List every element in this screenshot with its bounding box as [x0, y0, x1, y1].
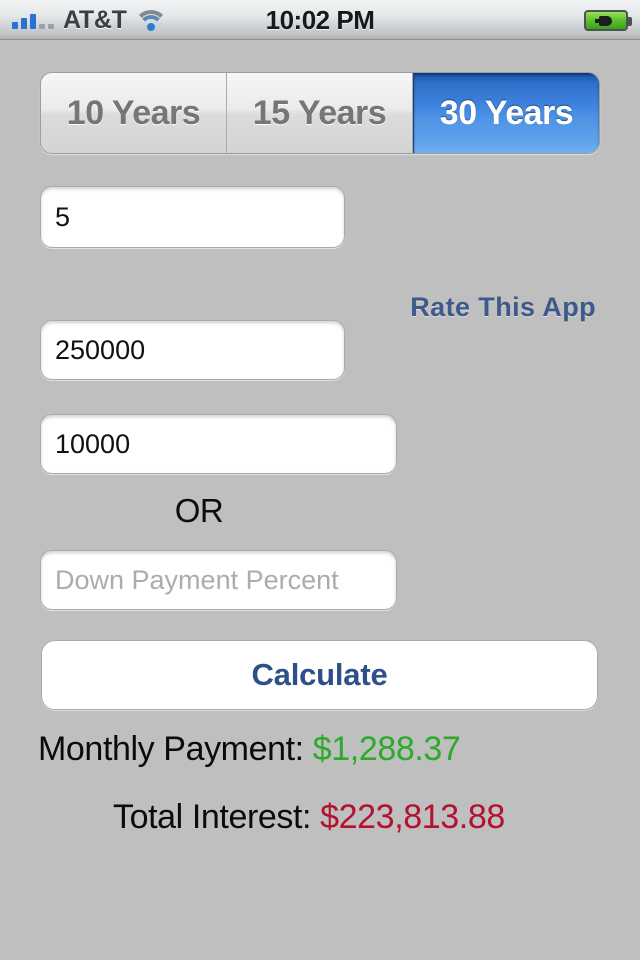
battery-charging-icon: [584, 10, 632, 31]
monthly-payment-label: Monthly Payment:: [38, 730, 304, 768]
segment-10-years[interactable]: 10 Years: [41, 73, 227, 153]
down-payment-percent-input[interactable]: Down Payment Percent: [40, 550, 397, 610]
down-payment-amount-input[interactable]: 10000: [40, 414, 397, 474]
calculate-button[interactable]: Calculate: [41, 640, 598, 710]
status-bar-clock: 10:02 PM: [265, 5, 375, 35]
total-interest-result: Total Interest: $223,813.88: [113, 798, 505, 837]
segment-15-years[interactable]: 15 Years: [227, 73, 413, 153]
or-label: OR: [174, 492, 224, 529]
rate-this-app-link[interactable]: Rate This App: [410, 292, 596, 323]
total-interest-value: $223,813.88: [320, 798, 505, 836]
monthly-payment-result: Monthly Payment: $1,288.37: [38, 730, 461, 769]
loan-term-segmented-control[interactable]: 10 Years 15 Years 30 Years: [40, 72, 600, 154]
segment-30-years[interactable]: 30 Years: [413, 73, 599, 153]
app-screen: AT&T 10:02 PM 10 Years 15 Years 30 Years…: [0, 0, 640, 960]
status-bar: AT&T 10:02 PM: [0, 0, 640, 40]
total-interest-label: Total Interest:: [113, 798, 312, 836]
loan-amount-input[interactable]: 250000: [40, 320, 345, 380]
monthly-payment-value: $1,288.37: [312, 730, 461, 768]
divider: ________________________________________: [46, 272, 536, 286]
interest-rate-input[interactable]: 5: [40, 186, 345, 248]
